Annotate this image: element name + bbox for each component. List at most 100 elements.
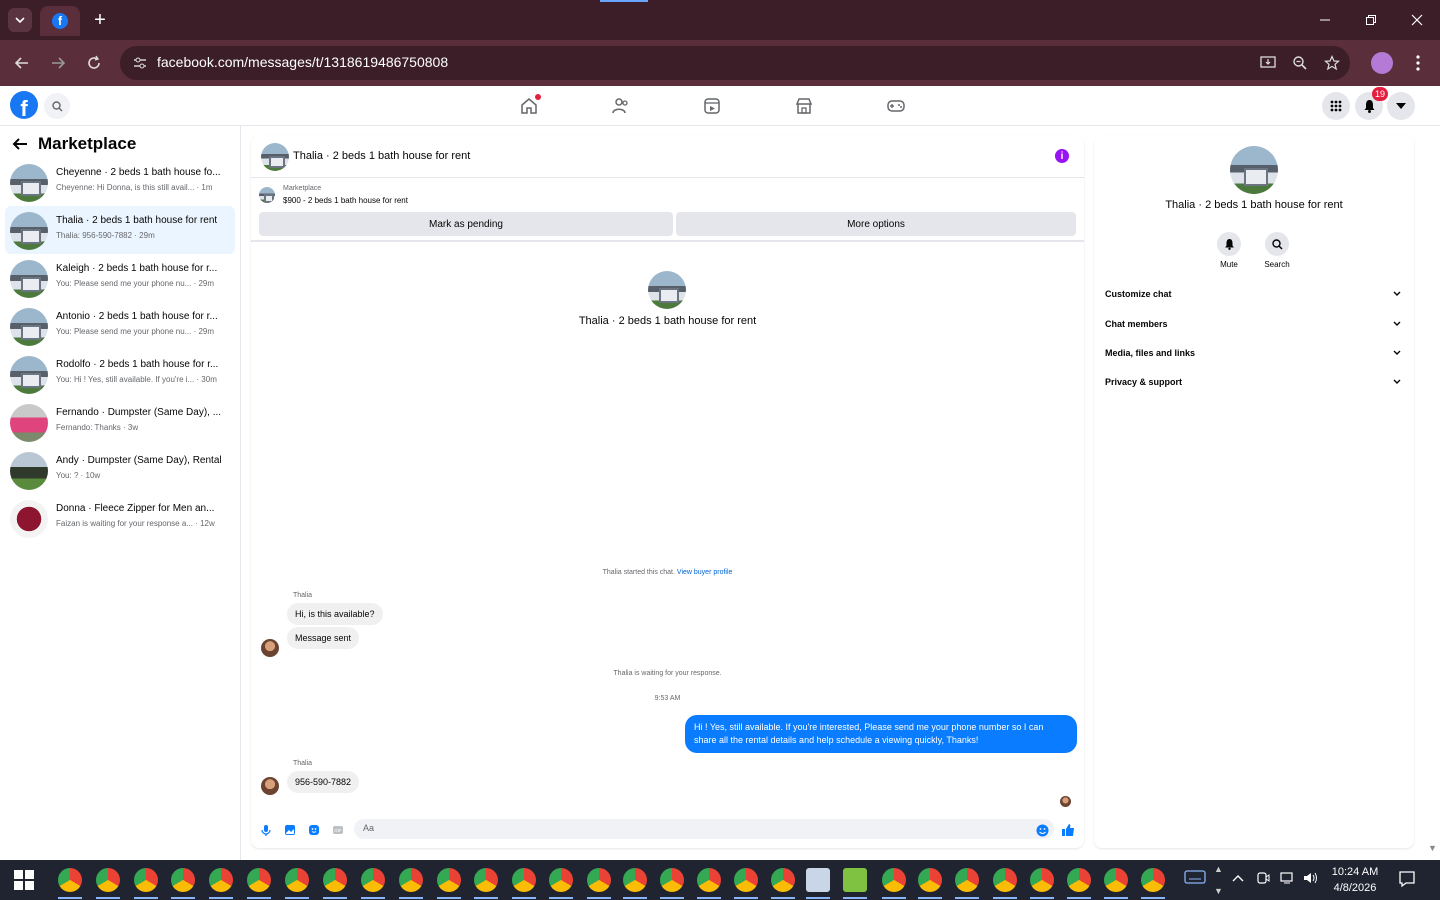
listing-price-title[interactable]: $900 - 2 beds 1 bath house for rent <box>283 196 408 205</box>
conversation-item[interactable]: Cheyenne · 2 beds 1 bath house fo... Che… <box>5 158 235 206</box>
taskbar-app-icon[interactable] <box>209 868 233 892</box>
volume-icon[interactable] <box>1303 871 1319 888</box>
conversation-item[interactable]: Donna · Fleece Zipper for Men an... Faiz… <box>5 494 235 542</box>
taskbar-scroll-down-icon[interactable]: ▼ <box>1214 886 1223 896</box>
facebook-logo[interactable]: f <box>10 91 38 119</box>
taskbar-app-icon[interactable] <box>771 868 795 892</box>
facebook-search-button[interactable] <box>44 93 70 119</box>
taskbar-app-icon[interactable] <box>843 868 867 892</box>
account-menu-button[interactable] <box>1387 92 1415 120</box>
search-conversation-button[interactable]: Search <box>1257 232 1297 269</box>
privacy-support-section[interactable]: Privacy & support <box>1105 377 1403 397</box>
tab-search-button[interactable] <box>8 8 32 32</box>
browser-menu-button[interactable] <box>1408 52 1428 74</box>
nav-gaming[interactable] <box>882 92 910 120</box>
minimize-button[interactable] <box>1310 8 1340 32</box>
taskbar-app-icon[interactable] <box>660 868 684 892</box>
more-options-button[interactable]: More options <box>676 212 1076 236</box>
taskbar-clock[interactable]: 10:24 AM 4/8/2026 <box>1325 864 1385 896</box>
taskbar-app-icon[interactable] <box>623 868 647 892</box>
emoji-icon[interactable] <box>1035 823 1049 837</box>
listing-thumbnail[interactable] <box>259 187 275 203</box>
taskbar-app-icon[interactable] <box>918 868 942 892</box>
chat-members-section[interactable]: Chat members <box>1105 319 1403 339</box>
install-app-icon[interactable] <box>1258 54 1278 72</box>
taskbar-app-icon[interactable] <box>474 868 498 892</box>
bookmark-star-icon[interactable] <box>1322 54 1342 72</box>
taskbar-app-icon[interactable] <box>549 868 573 892</box>
taskbar-app-icon[interactable] <box>247 868 271 892</box>
taskbar-app-icon[interactable] <box>882 868 906 892</box>
message-input[interactable]: Aa <box>354 819 1054 839</box>
conversation-item[interactable]: Fernando · Dumpster (Same Day), ... Fern… <box>5 398 235 446</box>
gif-icon[interactable]: GIF <box>331 823 345 837</box>
taskbar-app-icon[interactable] <box>437 868 461 892</box>
view-buyer-profile-link[interactable]: View buyer profile <box>677 569 733 576</box>
zoom-icon[interactable] <box>1290 54 1310 72</box>
taskbar-app-icon[interactable] <box>697 868 721 892</box>
chat-title[interactable]: Thalia · 2 beds 1 bath house for rent <box>293 150 470 162</box>
conversation-item[interactable]: Rodolfo · 2 beds 1 bath house for r... Y… <box>5 350 235 398</box>
reload-button[interactable] <box>82 51 106 75</box>
photo-icon[interactable] <box>283 823 297 837</box>
sticker-icon[interactable] <box>307 823 321 837</box>
sender-avatar[interactable] <box>261 777 279 795</box>
taskbar-app-icon[interactable] <box>955 868 979 892</box>
meet-now-icon[interactable] <box>1256 871 1270 888</box>
menu-grid-button[interactable] <box>1322 92 1350 120</box>
profile-avatar-large[interactable] <box>1230 146 1278 194</box>
nav-friends[interactable] <box>607 92 635 120</box>
thumbs-up-icon[interactable] <box>1061 823 1075 837</box>
new-tab-button[interactable]: + <box>88 8 112 32</box>
mark-as-pending-button[interactable]: Mark as pending <box>259 212 673 236</box>
taskbar-app-icon[interactable] <box>806 868 830 892</box>
chat-avatar[interactable] <box>261 143 289 171</box>
profile-avatar[interactable] <box>1371 52 1393 74</box>
taskbar-app-icon[interactable] <box>134 868 158 892</box>
taskbar-app-icon[interactable] <box>1067 868 1091 892</box>
microphone-icon[interactable] <box>259 823 273 837</box>
nav-home[interactable] <box>515 92 543 120</box>
taskbar-app-icon[interactable] <box>323 868 347 892</box>
back-arrow-icon[interactable] <box>12 137 28 151</box>
taskbar-app-icon[interactable] <box>171 868 195 892</box>
taskbar-app-icon[interactable] <box>1104 868 1128 892</box>
taskbar-app-icon[interactable] <box>285 868 309 892</box>
browser-tab-facebook[interactable]: f <box>40 6 80 36</box>
conversation-item[interactable]: Andy · Dumpster (Same Day), Rental You: … <box>5 446 235 494</box>
network-icon[interactable] <box>1280 871 1296 888</box>
restore-button[interactable] <box>1356 8 1386 32</box>
sender-avatar[interactable] <box>261 639 279 657</box>
customize-chat-section[interactable]: Customize chat <box>1105 289 1403 309</box>
taskbar-app-icon[interactable] <box>58 868 82 892</box>
notification-center-icon[interactable] <box>1398 870 1416 891</box>
taskbar-app-icon[interactable] <box>399 868 423 892</box>
show-hidden-icons-chevron-up-icon[interactable] <box>1232 871 1244 886</box>
taskbar-app-icon[interactable] <box>1141 868 1165 892</box>
conversation-item-active[interactable]: Thalia · 2 beds 1 bath house for rent Th… <box>5 206 235 254</box>
forward-button[interactable] <box>46 51 70 75</box>
conversation-item[interactable]: Antonio · 2 beds 1 bath house for r... Y… <box>5 302 235 350</box>
sender-name: Thalia <box>293 760 313 767</box>
taskbar-app-icon[interactable] <box>1030 868 1054 892</box>
taskbar-scroll-up-icon[interactable]: ▲ <box>1214 864 1223 874</box>
keyboard-icon[interactable] <box>1184 869 1206 888</box>
scroll-down-arrow-icon[interactable]: ▼ <box>1428 843 1437 853</box>
nav-marketplace[interactable] <box>790 92 818 120</box>
address-bar[interactable]: facebook.com/messages/t/1318619486750808 <box>120 46 1350 80</box>
media-files-links-section[interactable]: Media, files and links <box>1105 348 1403 368</box>
mute-button[interactable]: Mute <box>1209 232 1249 269</box>
taskbar-app-icon[interactable] <box>734 868 758 892</box>
taskbar-app-icon[interactable] <box>96 868 120 892</box>
close-window-button[interactable] <box>1402 8 1432 32</box>
taskbar-app-icon[interactable] <box>512 868 536 892</box>
start-button-windows-icon[interactable] <box>14 870 34 890</box>
taskbar-app-icon[interactable] <box>361 868 385 892</box>
conversation-item[interactable]: Kaleigh · 2 beds 1 bath house for r... Y… <box>5 254 235 302</box>
info-icon[interactable]: i <box>1055 149 1069 163</box>
back-button[interactable] <box>10 51 34 75</box>
nav-video[interactable] <box>698 92 726 120</box>
taskbar-app-icon[interactable] <box>993 868 1017 892</box>
site-settings-icon[interactable] <box>132 55 148 71</box>
taskbar-app-icon[interactable] <box>587 868 611 892</box>
